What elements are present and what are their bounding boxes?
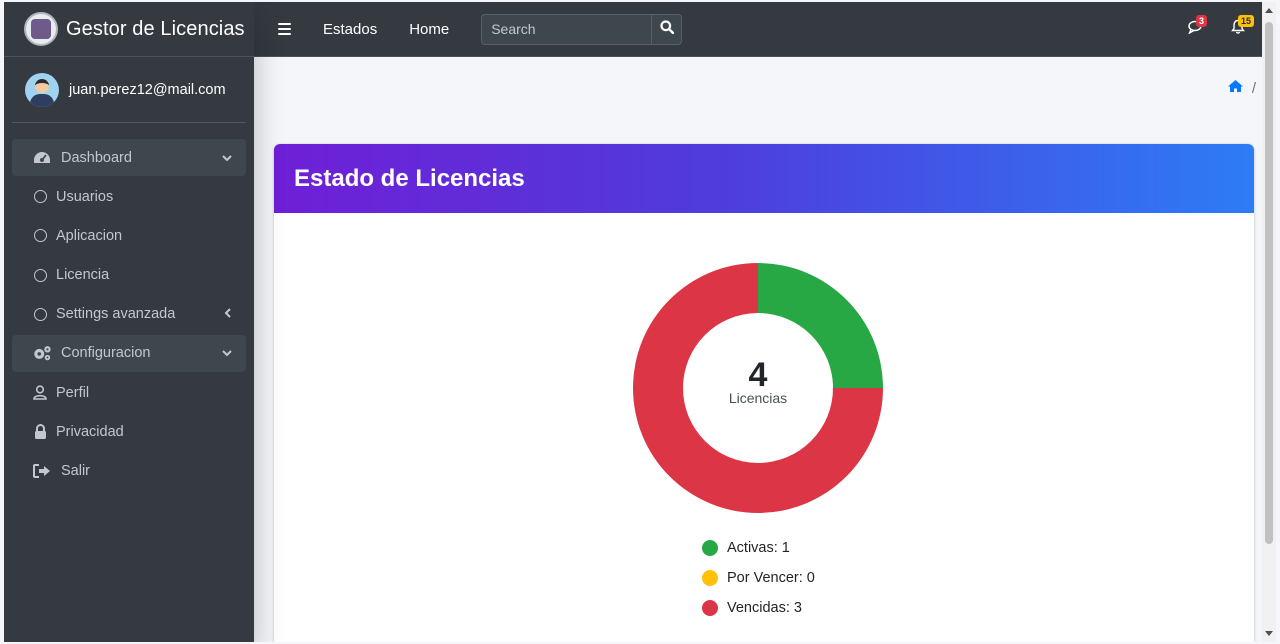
chart-area: 4 Licencias Activas: 1 Por Vencer: 0 Venci… — [274, 213, 1254, 642]
sidebar-item-dashboard[interactable]: Dashboard — [12, 139, 246, 176]
menu-toggle-icon[interactable] — [278, 22, 291, 36]
search-button[interactable] — [651, 13, 683, 45]
sidebar-item-usuarios[interactable]: Usuarios — [12, 178, 246, 215]
legend-label: Vencidas: 3 — [727, 600, 802, 616]
scrollbar-thumb[interactable] — [1265, 22, 1273, 544]
sidebar-item-privacidad[interactable]: Privacidad — [12, 413, 246, 450]
sidebar-item-licencia[interactable]: Licencia — [12, 257, 246, 294]
sidebar-item-label: Perfil — [56, 384, 90, 401]
legend-label: Activas: 1 — [727, 540, 790, 556]
chevron-down-icon — [222, 150, 232, 166]
sidebar-item-label: Configuracion — [61, 345, 151, 362]
navbar-right: 3 15 — [1186, 15, 1255, 39]
page-scrollbar[interactable] — [1262, 2, 1276, 642]
messages-button[interactable]: 3 — [1186, 15, 1208, 39]
lock-icon — [32, 424, 48, 440]
gears-icon — [32, 344, 52, 362]
sidebar-item-perfil[interactable]: Perfil — [12, 374, 246, 411]
app-window: Gestor de Licencias juan.perez12@mail.co… — [4, 2, 1276, 642]
chart-legend: Activas: 1 Por Vencer: 0 Vencidas: 3 — [702, 533, 815, 623]
legend-swatch — [702, 570, 718, 586]
legend-item-vencidas[interactable]: Vencidas: 3 — [702, 593, 815, 623]
chevron-down-icon — [222, 345, 232, 361]
nav-link-home[interactable]: Home — [409, 21, 449, 38]
sidebar-item-label: Aplicacion — [56, 227, 123, 244]
scroll-down-arrow-icon[interactable] — [1262, 625, 1276, 642]
notifications-button[interactable]: 15 — [1228, 15, 1255, 39]
sidebar-item-salir[interactable]: Salir — [12, 453, 246, 490]
top-navbar: Estados Home 3 15 — [254, 2, 1276, 57]
sidebar-item-label: Salir — [61, 463, 91, 479]
user-panel[interactable]: juan.perez12@mail.com — [12, 57, 246, 123]
sign-out-icon — [32, 464, 52, 478]
circle-icon — [32, 268, 48, 282]
sidebar-item-settings-avanzada[interactable]: Settings avanzada — [12, 296, 246, 333]
sidebar: Gestor de Licencias juan.perez12@mail.co… — [4, 2, 254, 642]
legend-label: Por Vencer: 0 — [727, 570, 815, 586]
sidebar-item-label: Usuarios — [56, 188, 114, 205]
circle-icon — [32, 190, 48, 204]
search-form — [481, 13, 683, 45]
legend-swatch — [702, 540, 718, 556]
scroll-up-arrow-icon[interactable] — [1262, 2, 1276, 19]
card-header: Estado de Licencias — [274, 144, 1254, 213]
sidebar-item-label: Licencia — [56, 267, 110, 284]
notifications-badge: 15 — [1238, 15, 1255, 27]
brand-link[interactable]: Gestor de Licencias — [4, 2, 254, 57]
brand-name: Gestor de Licencias — [66, 17, 245, 40]
nav-link-estados[interactable]: Estados — [323, 21, 377, 38]
circle-icon — [32, 307, 48, 321]
home-icon[interactable] — [1227, 79, 1244, 97]
messages-badge: 3 — [1196, 15, 1208, 27]
chart-center-label: Licencias — [728, 390, 788, 406]
tachometer-icon — [32, 150, 52, 166]
breadcrumb: / — [1227, 79, 1256, 97]
sidebar-item-configuracion[interactable]: Configuracion — [12, 334, 246, 372]
sidebar-nav: Dashboard Usuarios Aplicacion Licencia S… — [4, 123, 254, 490]
sidebar-item-label: Settings avanzada — [56, 306, 176, 323]
brand-logo — [24, 12, 58, 46]
user-email[interactable]: juan.perez12@mail.com — [69, 82, 226, 98]
sidebar-item-aplicacion[interactable]: Aplicacion — [12, 217, 246, 254]
content-wrapper: / Estado de Licencias 4 Licencias Activa… — [254, 57, 1262, 642]
user-icon — [32, 385, 48, 400]
breadcrumb-separator: / — [1251, 79, 1256, 97]
legend-item-por-vencer[interactable]: Por Vencer: 0 — [702, 563, 815, 593]
legend-swatch — [702, 600, 718, 616]
avatar — [25, 72, 59, 107]
sidebar-item-label: Dashboard — [61, 149, 132, 166]
search-input[interactable] — [481, 13, 652, 45]
sidebar-item-label: Privacidad — [56, 423, 124, 440]
search-icon — [660, 19, 674, 39]
card-title: Estado de Licencias — [294, 164, 525, 192]
licenses-card: Estado de Licencias 4 Licencias Activas:… — [274, 144, 1254, 642]
chevron-left-icon — [224, 306, 232, 322]
legend-item-activas[interactable]: Activas: 1 — [702, 533, 815, 563]
circle-icon — [32, 229, 48, 243]
